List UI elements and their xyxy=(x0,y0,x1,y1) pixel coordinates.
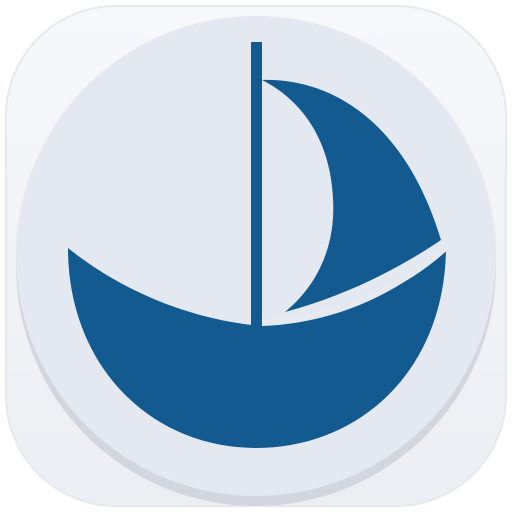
sailboat-app-icon[interactable] xyxy=(0,0,512,512)
app-icon-stage xyxy=(0,0,512,512)
boat-mast xyxy=(251,42,262,330)
